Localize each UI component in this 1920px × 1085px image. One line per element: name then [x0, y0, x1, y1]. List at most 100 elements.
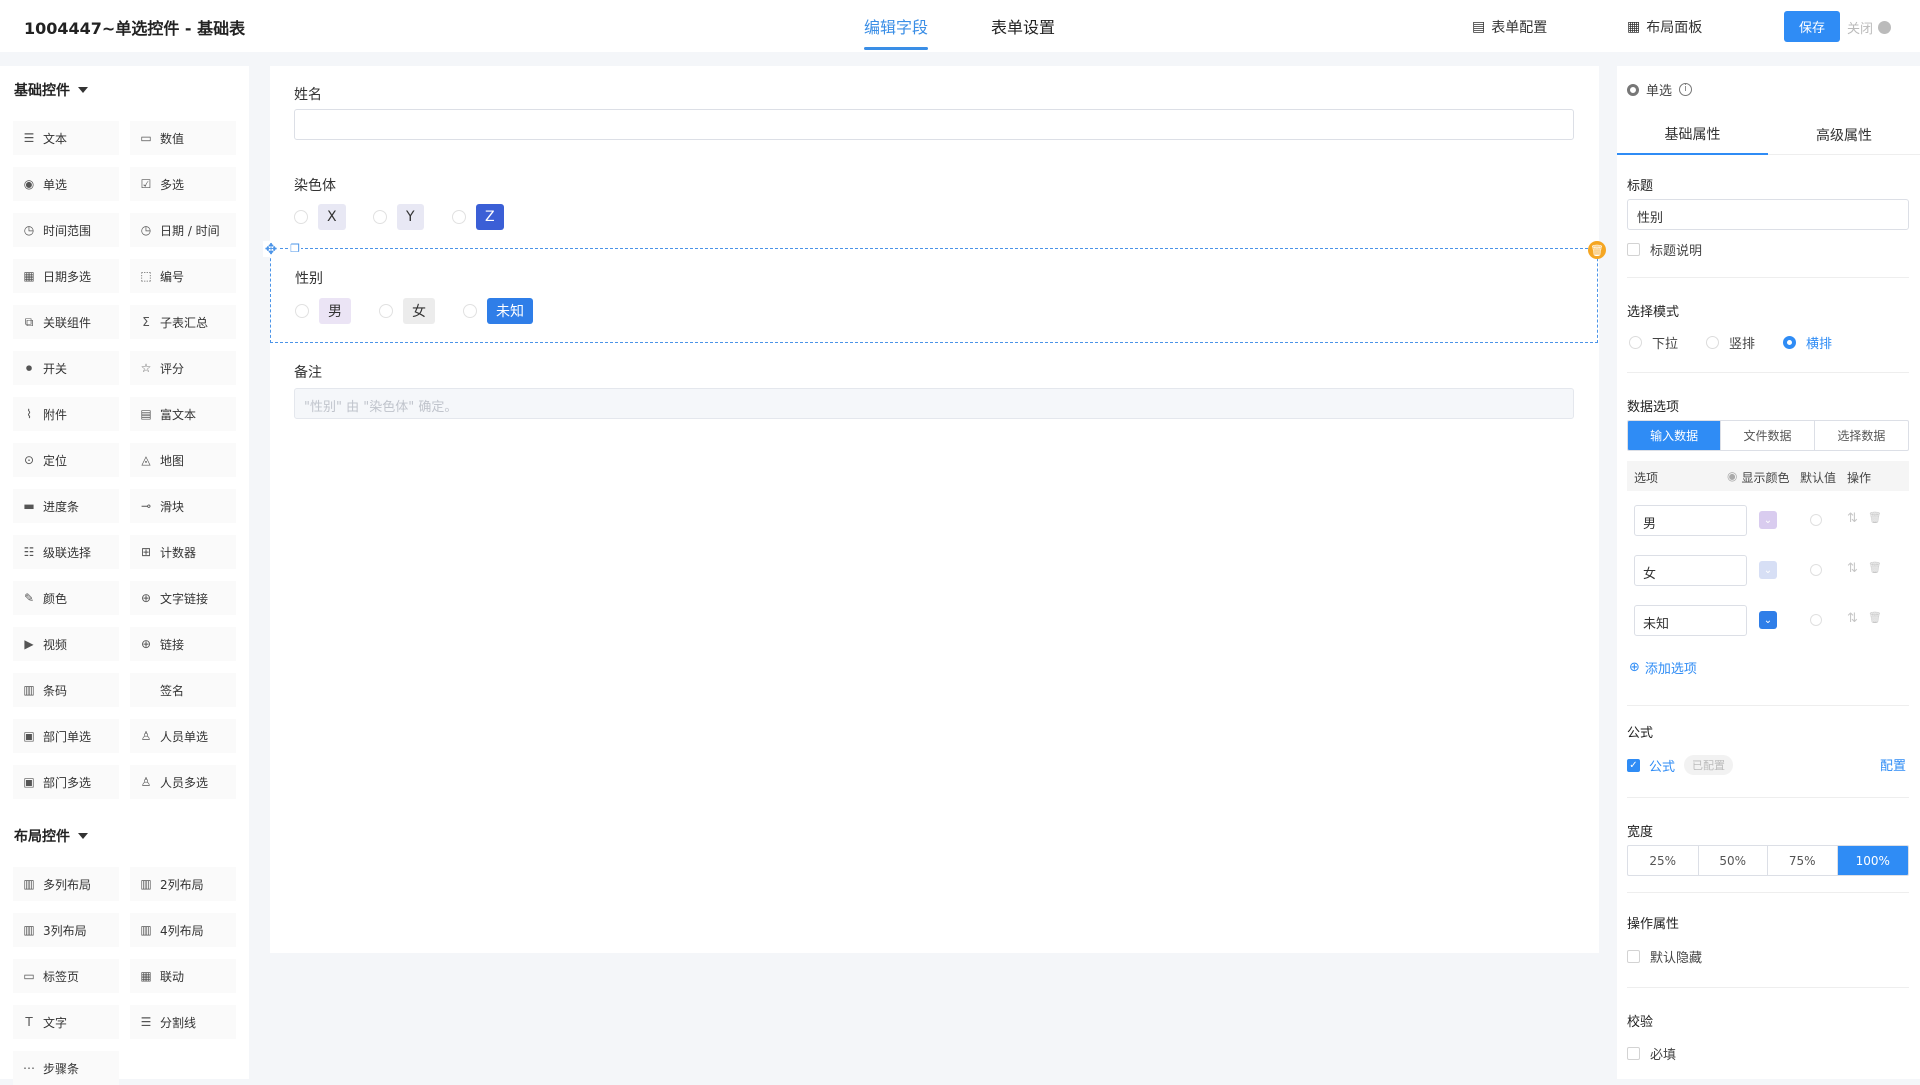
data-source-input[interactable]: 输入数据: [1628, 421, 1722, 450]
option-color-picker[interactable]: ⌄: [1759, 611, 1777, 629]
layout-control-item[interactable]: ▥ 3列布局: [13, 913, 119, 947]
radio-circle[interactable]: [1706, 336, 1719, 349]
basic-control-item[interactable]: ⧉ 关联组件: [13, 305, 119, 339]
sort-icon[interactable]: ⇅: [1847, 611, 1858, 626]
layout-control-item[interactable]: ▥ 2列布局: [130, 867, 236, 901]
option-color-picker[interactable]: ⌄: [1759, 561, 1777, 579]
basic-control-item[interactable]: ▭ 数值: [130, 121, 236, 155]
basic-control-item[interactable]: ☰ 文本: [13, 121, 119, 155]
layout-controls-header[interactable]: 布局控件: [14, 826, 88, 846]
radio-option[interactable]: Y: [373, 204, 424, 230]
title-prop-input[interactable]: 性别: [1627, 199, 1909, 230]
radio-circle[interactable]: [373, 210, 387, 224]
radio-option[interactable]: Z: [452, 204, 504, 230]
basic-control-item[interactable]: 签名: [130, 673, 236, 707]
default-value-radio[interactable]: [1810, 614, 1822, 626]
basic-control-item[interactable]: ⬚ 编号: [130, 259, 236, 293]
basic-control-item[interactable]: ▶ 视频: [13, 627, 119, 661]
add-option-button[interactable]: ⊕ 添加选项: [1629, 658, 1697, 677]
basic-control-item[interactable]: ⊕ 文字链接: [130, 581, 236, 615]
required-checkbox[interactable]: [1627, 1047, 1640, 1060]
formula-config-link[interactable]: 配置: [1880, 755, 1906, 774]
title-desc-checkbox[interactable]: [1627, 243, 1640, 256]
layout-control-item[interactable]: ⋯ 步骤条: [13, 1051, 119, 1085]
basic-control-item[interactable]: ▥ 条码: [13, 673, 119, 707]
close-button[interactable]: 关闭: [1847, 18, 1892, 37]
name-input[interactable]: [294, 109, 1574, 140]
tab-form-settings[interactable]: 表单设置: [991, 14, 1055, 38]
basic-control-item[interactable]: ☷ 级联选择: [13, 535, 119, 569]
sort-icon[interactable]: ⇅: [1847, 561, 1858, 576]
radio-circle[interactable]: [379, 304, 393, 318]
title-desc-row[interactable]: 标题说明: [1627, 240, 1702, 259]
basic-control-item[interactable]: ▤ 富文本: [130, 397, 236, 431]
trash-icon[interactable]: 🗑: [1868, 611, 1882, 626]
option-value-input[interactable]: 女: [1634, 555, 1747, 586]
basic-control-item[interactable]: ◷ 时间范围: [13, 213, 119, 247]
tab-edit-fields[interactable]: 编辑字段: [864, 14, 928, 38]
basic-control-item[interactable]: ⌇ 附件: [13, 397, 119, 431]
mode-option[interactable]: 竖排: [1706, 333, 1755, 352]
sort-icon[interactable]: ⇅: [1847, 511, 1858, 526]
layout-control-item[interactable]: T 文字: [13, 1005, 119, 1039]
copy-icon[interactable]: ❐: [289, 243, 301, 255]
basic-control-item[interactable]: ⏺ 开关: [13, 351, 119, 385]
layout-control-item[interactable]: ▥ 4列布局: [130, 913, 236, 947]
option-color-picker[interactable]: ⌄: [1759, 511, 1777, 529]
basic-control-item[interactable]: ◷ 日期 / 时间: [130, 213, 236, 247]
tab-advanced-properties[interactable]: 高级属性: [1768, 114, 1920, 155]
radio-option[interactable]: 男: [295, 298, 351, 324]
width-75[interactable]: 75%: [1768, 846, 1838, 875]
basic-control-item[interactable]: ⊸ 滑块: [130, 489, 236, 523]
tab-basic-properties[interactable]: 基础属性: [1617, 114, 1768, 155]
default-value-radio[interactable]: [1810, 564, 1822, 576]
info-icon[interactable]: i: [1679, 83, 1693, 96]
mode-option[interactable]: 下拉: [1629, 333, 1678, 352]
basic-control-item[interactable]: ✎ 颜色: [13, 581, 119, 615]
basic-controls-header[interactable]: 基础控件: [14, 80, 88, 100]
basic-control-item[interactable]: ◉ 单选: [13, 167, 119, 201]
default-hidden-row[interactable]: 默认隐藏: [1627, 947, 1702, 966]
trash-icon[interactable]: 🗑: [1868, 511, 1882, 526]
basic-control-item[interactable]: ▣ 部门多选: [13, 765, 119, 799]
delete-icon[interactable]: 🗑: [1588, 241, 1606, 259]
basic-control-item[interactable]: ♙ 人员单选: [130, 719, 236, 753]
basic-control-item[interactable]: ▦ 日期多选: [13, 259, 119, 293]
basic-control-item[interactable]: ▬ 进度条: [13, 489, 119, 523]
layout-control-item[interactable]: ▭ 标签页: [13, 959, 119, 993]
radio-circle[interactable]: [452, 210, 466, 224]
layout-control-item[interactable]: ▦ 联动: [130, 959, 236, 993]
save-button[interactable]: 保存: [1784, 11, 1840, 42]
move-icon[interactable]: ✥: [263, 241, 279, 257]
basic-control-item[interactable]: ⊙ 定位: [13, 443, 119, 477]
basic-control-item[interactable]: ☆ 评分: [130, 351, 236, 385]
basic-control-item[interactable]: ♙ 人员多选: [130, 765, 236, 799]
required-row[interactable]: 必填: [1627, 1044, 1676, 1063]
default-hidden-checkbox[interactable]: [1627, 950, 1640, 963]
formula-checkbox[interactable]: ✓: [1627, 758, 1640, 772]
default-value-radio[interactable]: [1810, 514, 1822, 526]
selected-field-frame[interactable]: [270, 248, 1598, 343]
mode-option[interactable]: 横排: [1783, 333, 1832, 352]
option-value-input[interactable]: 未知: [1634, 605, 1747, 636]
width-50[interactable]: 50%: [1699, 846, 1768, 875]
basic-control-item[interactable]: ▣ 部门单选: [13, 719, 119, 753]
radio-circle[interactable]: [1629, 336, 1642, 349]
data-source-select[interactable]: 选择数据: [1815, 421, 1908, 450]
basic-control-item[interactable]: ⊞ 计数器: [130, 535, 236, 569]
basic-control-item[interactable]: ☑ 多选: [130, 167, 236, 201]
width-25[interactable]: 25%: [1628, 846, 1699, 875]
basic-control-item[interactable]: Σ 子表汇总: [130, 305, 236, 339]
option-value-input[interactable]: 男: [1634, 505, 1747, 536]
radio-circle[interactable]: [1783, 336, 1796, 349]
radio-option[interactable]: 女: [379, 298, 435, 324]
layout-control-item[interactable]: ▥ 多列布局: [13, 867, 119, 901]
data-source-file[interactable]: 文件数据: [1721, 421, 1815, 450]
width-100[interactable]: 100%: [1837, 846, 1908, 875]
layout-control-item[interactable]: ☰ 分割线: [130, 1005, 236, 1039]
basic-control-item[interactable]: ◬ 地图: [130, 443, 236, 477]
form-config-button[interactable]: ▤ 表单配置: [1472, 17, 1547, 37]
radio-option[interactable]: X: [294, 204, 346, 230]
basic-control-item[interactable]: ⊕ 链接: [130, 627, 236, 661]
layout-panel-button[interactable]: ▦ 布局面板: [1627, 17, 1702, 37]
